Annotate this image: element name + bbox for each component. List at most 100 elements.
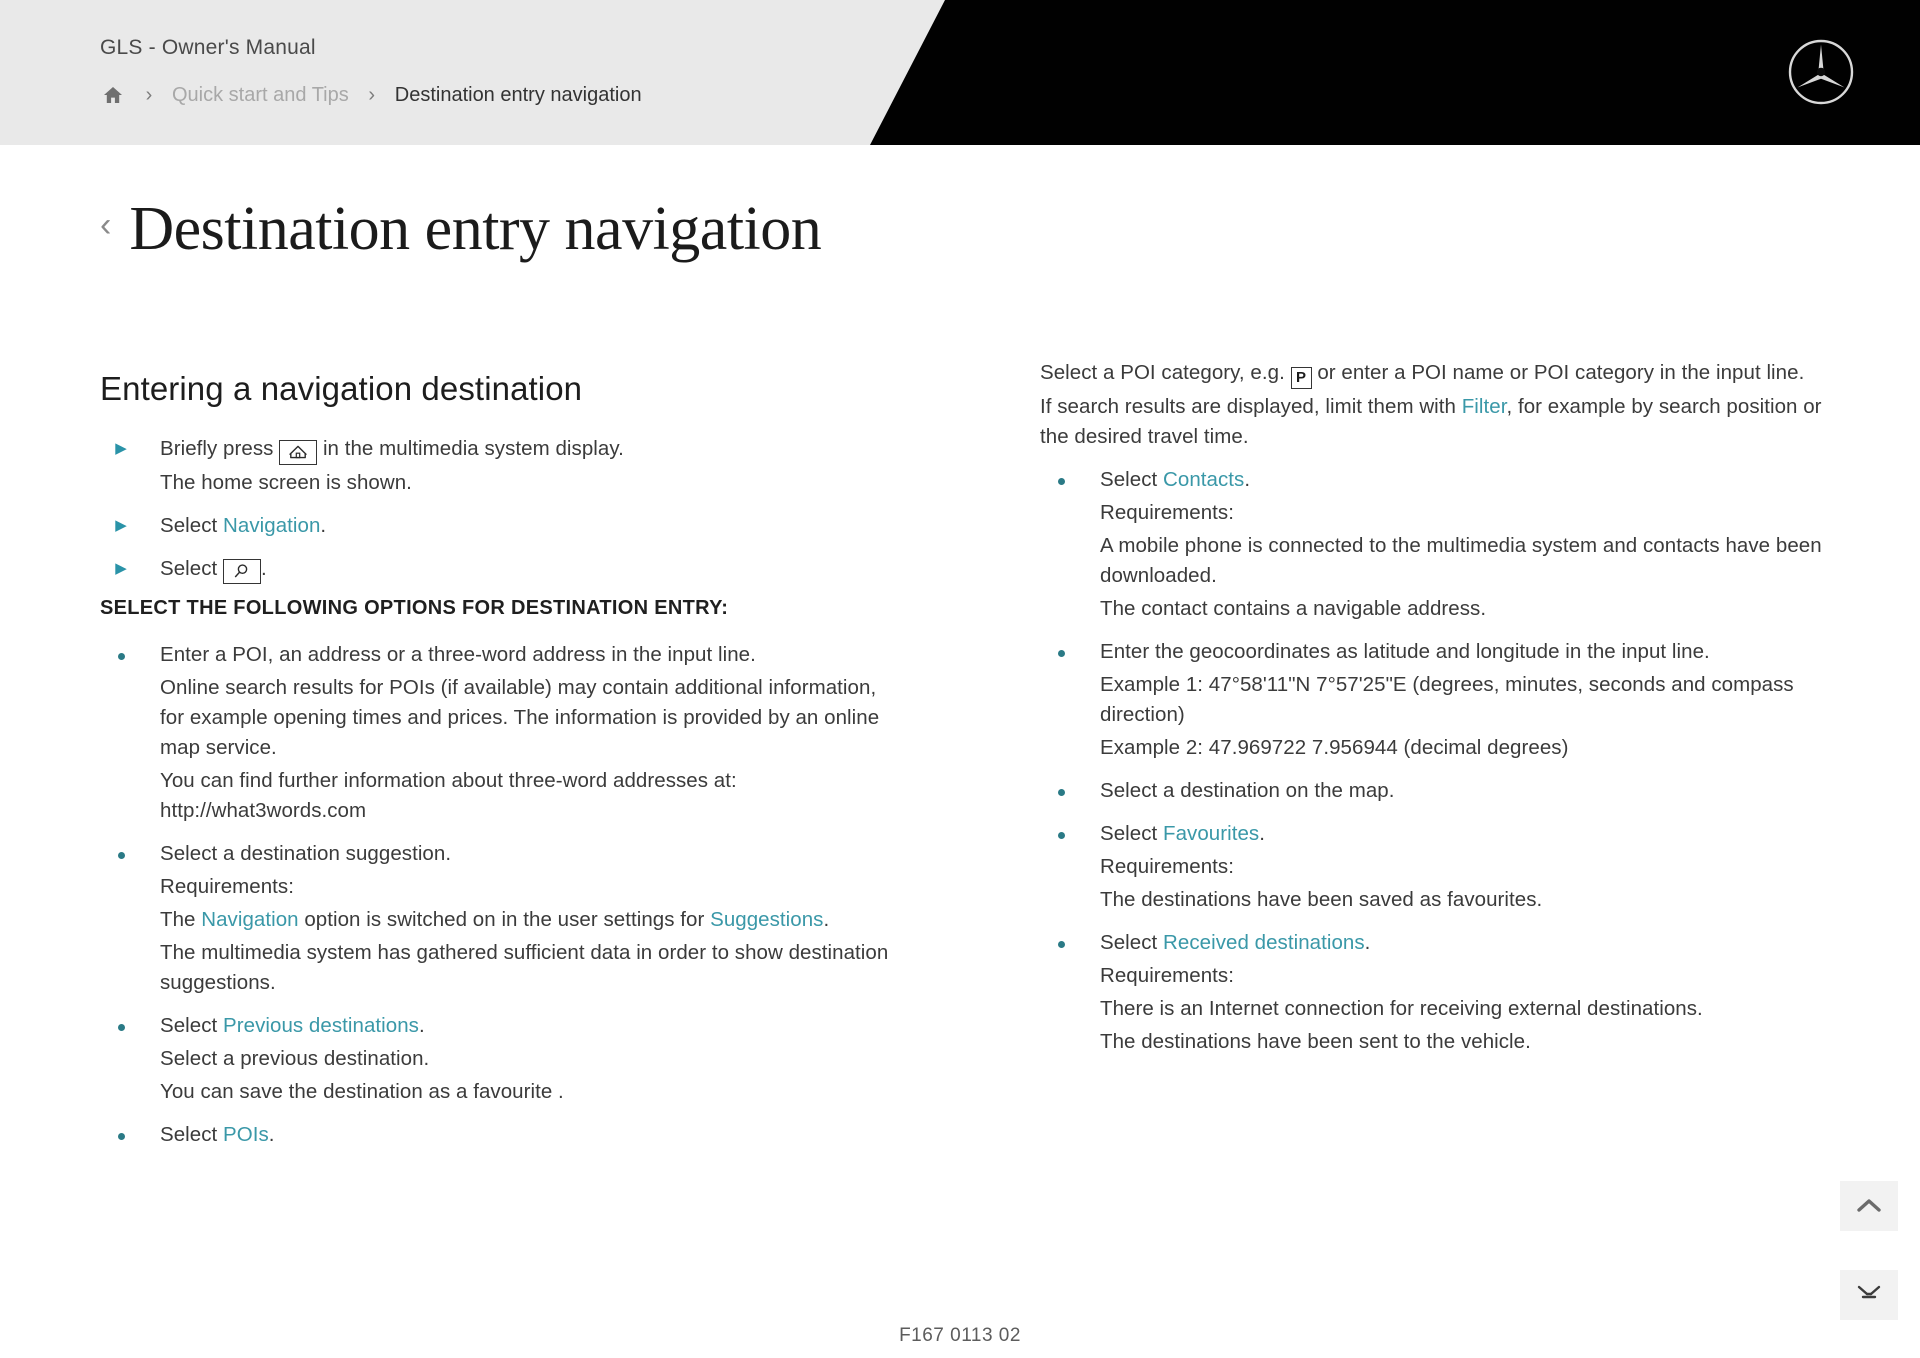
- bullet-line: You can save the destination as a favour…: [160, 1079, 564, 1103]
- bullet-line: Example 2: 47.969722 7.956944 (decimal d…: [1100, 736, 1569, 759]
- bullet-line: Select POIs.: [160, 1120, 900, 1150]
- bullet-line: Select Contacts.: [1100, 465, 1840, 495]
- filter-link[interactable]: Filter: [1462, 395, 1507, 418]
- bullet-line: You can find further information about t…: [160, 768, 737, 822]
- bullet-line: Requirements:: [1100, 964, 1234, 987]
- navigation-link[interactable]: Navigation: [201, 908, 298, 931]
- list-item: Select Contacts. Requirements: A mobile …: [1040, 465, 1840, 624]
- received-destinations-link[interactable]: Received destinations: [1163, 931, 1365, 954]
- list-item: Select POIs.: [100, 1120, 900, 1150]
- bullet-prefix: Select: [1100, 822, 1158, 845]
- poi-line-after: or enter a POI name or POI category in t…: [1317, 361, 1805, 384]
- bullet-line: Enter a POI, an address or a three-word …: [160, 642, 756, 666]
- bullet-line: The contact contains a navigable address…: [1100, 597, 1487, 620]
- breadcrumb-separator-1: ›: [145, 83, 153, 106]
- bullet-line: Requirements:: [160, 874, 294, 898]
- bullet-line: Example 1: 47°58'11"N 7°57'25"E (degrees…: [1100, 673, 1794, 726]
- dot-bullet-icon: [1050, 637, 1072, 662]
- bullet-line: Select a destination on the map.: [1100, 779, 1395, 802]
- bullet-line: Requirements:: [1100, 855, 1234, 878]
- breadcrumb: › Quick start and Tips › Destination ent…: [100, 80, 642, 110]
- req-middle: option is switched on in the user settin…: [298, 907, 711, 931]
- back-chevron-icon[interactable]: ‹: [100, 208, 111, 250]
- bullet-line: The destinations have been sent to the v…: [1100, 1030, 1531, 1053]
- poi-line-before: Select a POI category, e.g.: [1040, 361, 1285, 384]
- parking-icon: P: [1290, 367, 1312, 389]
- step-text: Briefly press in the multimedia system d…: [160, 434, 900, 465]
- list-item: Select Previous destinations. Select a p…: [100, 1011, 900, 1107]
- right-column: Select a POI category, e.g. P or enter a…: [1040, 358, 1840, 1070]
- brand-title: GLS - Owner's Manual: [100, 36, 316, 59]
- dot-bullet-icon: [1050, 928, 1072, 953]
- poi-category-line: Select a POI category, e.g. P or enter a…: [1040, 358, 1840, 389]
- header-black-panel: [870, 0, 1920, 145]
- step-text: Select Navigation.: [160, 511, 900, 541]
- dot-bullet-icon: [1050, 819, 1072, 844]
- filter-line: If search results are displayed, limit t…: [1040, 392, 1840, 452]
- step-result: The home screen is shown.: [160, 470, 412, 494]
- page-title: Destination entry navigation: [129, 195, 822, 263]
- suggestions-link[interactable]: Suggestions: [710, 908, 823, 931]
- pois-link[interactable]: POIs: [223, 1123, 269, 1146]
- bullet-line: A mobile phone is connected to the multi…: [1100, 534, 1822, 587]
- list-item: Select Received destinations. Requiremen…: [1040, 928, 1840, 1057]
- document-code: F167 0113 02: [899, 1325, 1021, 1346]
- favourites-link[interactable]: Favourites: [1163, 822, 1259, 845]
- page-title-row: ‹ Destination entry navigation: [100, 195, 822, 263]
- breadcrumb-separator-2: ›: [368, 83, 376, 106]
- req-prefix: The: [160, 907, 202, 931]
- step-text: Select .: [160, 554, 900, 584]
- home-icon[interactable]: [100, 82, 126, 108]
- bullet-suffix: .: [418, 1013, 425, 1037]
- bullet-prefix: Select: [160, 1122, 218, 1146]
- step-suffix: .: [320, 513, 327, 537]
- bullet-line: Select Received destinations.: [1100, 928, 1840, 958]
- bullet-line: Select a destination suggestion.: [160, 841, 452, 865]
- bullet-prefix: Select: [1100, 931, 1158, 954]
- bullet-line: Select Previous destinations.: [160, 1011, 900, 1041]
- list-item: Enter the geocoordinates as latitude and…: [1040, 637, 1840, 763]
- list-item: Select Favourites. Requirements: The des…: [1040, 819, 1840, 915]
- bullet-suffix: .: [1244, 468, 1251, 491]
- triangle-bullet-icon: ▶: [115, 559, 127, 577]
- scroll-to-top-button[interactable]: [1840, 1181, 1898, 1231]
- bullet-line: Select a previous destination.: [160, 1046, 430, 1070]
- bullet-line: Online search results for POIs (if avail…: [160, 675, 880, 759]
- dot-bullet-icon: [110, 640, 132, 665]
- contacts-link[interactable]: Contacts: [1163, 468, 1244, 491]
- mercedes-benz-star-logo: [1787, 38, 1855, 106]
- collapse-button[interactable]: [1840, 1270, 1898, 1320]
- list-item: ▶ Select .: [100, 554, 900, 584]
- req-suffix: .: [823, 907, 830, 931]
- list-item: ▶ Briefly press in the multimedia system…: [100, 434, 900, 498]
- left-column: Entering a navigation destination ▶ Brie…: [100, 370, 900, 1163]
- list-item: Select a destination suggestion. Require…: [100, 839, 900, 998]
- bullet-suffix: .: [1259, 822, 1265, 845]
- dot-bullet-icon: [110, 1120, 132, 1145]
- triangle-bullet-icon: ▶: [115, 516, 127, 534]
- bullet-line: Enter the geocoordinates as latitude and…: [1100, 640, 1710, 663]
- continuation-block: Select a POI category, e.g. P or enter a…: [1040, 358, 1840, 452]
- collapse-icon: [1857, 1285, 1881, 1299]
- dot-bullet-icon: [110, 839, 132, 864]
- step-text-before: Briefly press: [160, 437, 274, 460]
- step-suffix: .: [261, 556, 267, 580]
- dot-bullet-icon: [110, 1011, 132, 1036]
- bullet-suffix: .: [268, 1122, 275, 1146]
- bullet-line: There is an Internet connection for rece…: [1100, 997, 1703, 1020]
- list-item: Select a destination on the map.: [1040, 776, 1840, 806]
- bullet-suffix: .: [1364, 931, 1371, 954]
- step-prefix: Select: [160, 556, 218, 580]
- navigation-link[interactable]: Navigation: [223, 514, 320, 537]
- breadcrumb-current: Destination entry navigation: [394, 83, 642, 106]
- home-icon: [279, 439, 318, 465]
- previous-destinations-link[interactable]: Previous destinations: [223, 1014, 419, 1037]
- breadcrumb-parent-link[interactable]: Quick start and Tips: [172, 84, 349, 107]
- bullet-line: Select Favourites.: [1100, 819, 1840, 849]
- dot-bullet-icon: [1050, 465, 1072, 490]
- chevron-up-icon: [1857, 1199, 1881, 1212]
- triangle-bullet-icon: ▶: [115, 440, 127, 457]
- dot-bullet-icon: [1050, 776, 1072, 801]
- list-item: Enter a POI, an address or a three-word …: [100, 640, 900, 826]
- options-heading: SELECT THE FOLLOWING OPTIONS FOR DESTINA…: [100, 596, 729, 619]
